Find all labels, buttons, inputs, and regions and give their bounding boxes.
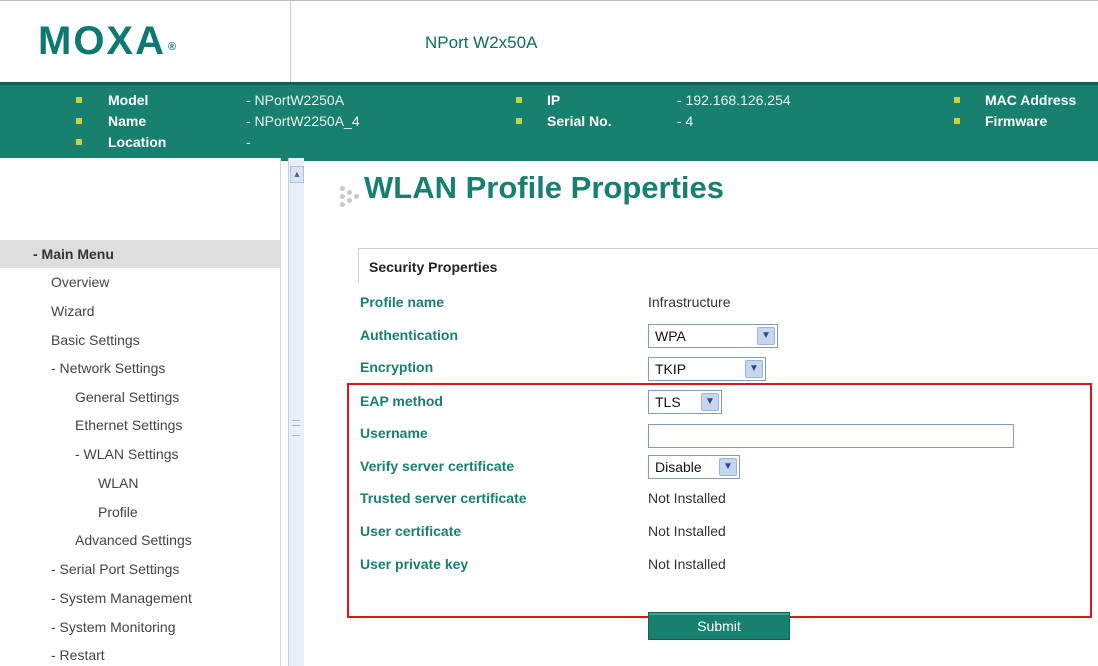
serial-label: Serial No. (547, 113, 612, 129)
scroll-up-arrow-icon[interactable]: ▲ (290, 166, 304, 183)
user-certificate-label: User certificate (360, 523, 462, 539)
menu-item-general-settings[interactable]: General Settings (75, 389, 179, 405)
menu-item-network-settings[interactable]: - Network Settings (51, 360, 165, 376)
menu-item-system-monitoring[interactable]: - System Monitoring (51, 619, 175, 635)
trusted-server-certificate-value: Not Installed (648, 490, 726, 506)
main-menu-header[interactable]: - Main Menu (0, 240, 280, 268)
chevron-down-icon[interactable]: ▼ (701, 393, 719, 411)
moxa-logo: MOXA ® (38, 19, 177, 63)
firmware-label: Firmware (985, 113, 1048, 129)
menu-item-basic-settings[interactable]: Basic Settings (51, 332, 140, 348)
sidebar-scrollbar[interactable]: ▲ (288, 158, 304, 666)
sidebar: - Main Menu Overview Wizard Basic Settin… (0, 158, 281, 666)
bullet-icon (76, 97, 82, 103)
authentication-selected: WPA (655, 328, 686, 344)
menu-item-advanced-settings[interactable]: Advanced Settings (75, 532, 192, 548)
bullet-icon (76, 118, 82, 124)
submit-button[interactable]: Submit (648, 612, 790, 640)
mac-label: MAC Address (985, 92, 1077, 108)
menu-item-system-management[interactable]: - System Management (51, 590, 192, 606)
menu-item-profile[interactable]: Profile (98, 504, 138, 520)
bullet-icon (516, 97, 522, 103)
authentication-select[interactable]: WPA ▼ (648, 324, 778, 348)
user-private-key-label: User private key (360, 556, 469, 572)
verify-server-certificate-selected: Disable (655, 459, 702, 475)
product-title: NPort W2x50A (425, 33, 538, 52)
trusted-server-certificate-label: Trusted server certificate (360, 490, 527, 506)
scroll-thumb-grip[interactable] (292, 420, 300, 436)
chevron-down-icon[interactable]: ▼ (745, 360, 763, 378)
menu-item-ethernet-settings[interactable]: Ethernet Settings (75, 417, 182, 433)
title-dots-icon (340, 186, 362, 208)
bullet-icon (516, 118, 522, 124)
location-label: Location (108, 134, 167, 150)
encryption-selected: TKIP (655, 361, 687, 377)
menu-item-overview[interactable]: Overview (51, 274, 109, 290)
device-info-bar: Model - NPortW2250A Name - NPortW2250A_4… (0, 82, 1098, 161)
logo-cell: MOXA ® (0, 1, 291, 83)
model-label: Model (108, 92, 149, 108)
menu-item-wlan[interactable]: WLAN (98, 475, 138, 491)
ip-value: - 192.168.126.254 (677, 92, 791, 108)
user-certificate-value: Not Installed (648, 523, 726, 539)
bullet-icon (954, 97, 960, 103)
section-header: Security Properties (358, 248, 1098, 283)
menu-item-wlan-settings[interactable]: - WLAN Settings (75, 446, 178, 462)
name-label: Name (108, 113, 147, 129)
menu-item-restart[interactable]: - Restart (51, 647, 105, 663)
eap-method-selected: TLS (655, 394, 681, 410)
verify-server-certificate-select[interactable]: Disable ▼ (648, 455, 740, 479)
top-header: MOXA ® NPort W2x50A (0, 0, 1098, 83)
chevron-down-icon[interactable]: ▼ (719, 458, 737, 476)
encryption-select[interactable]: TKIP ▼ (648, 357, 766, 381)
username-input[interactable] (648, 424, 1014, 448)
menu-item-wizard[interactable]: Wizard (51, 303, 95, 319)
location-value: - (246, 134, 251, 150)
user-private-key-value: Not Installed (648, 556, 726, 572)
profile-name-label: Profile name (360, 294, 445, 310)
bullet-icon (954, 118, 960, 124)
chevron-down-icon[interactable]: ▼ (757, 327, 775, 345)
name-value: - NPortW2250A_4 (246, 113, 360, 129)
logo-registered-mark: ® (168, 41, 177, 53)
page-title: WLAN Profile Properties (364, 170, 724, 205)
section-title: Security Properties (369, 259, 498, 275)
profile-name-value: Infrastructure (648, 294, 731, 310)
menu-item-serial-port-settings[interactable]: - Serial Port Settings (51, 561, 179, 577)
verify-server-certificate-label: Verify server certificate (360, 458, 515, 474)
eap-method-select[interactable]: TLS ▼ (648, 390, 722, 414)
eap-method-label: EAP method (360, 393, 443, 409)
main-menu-label: - Main Menu (33, 246, 114, 262)
serial-value: - 4 (677, 113, 694, 129)
logo-text: MOXA (38, 19, 166, 63)
username-label: Username (360, 425, 428, 441)
ip-label: IP (547, 92, 561, 108)
authentication-label: Authentication (360, 327, 458, 343)
bullet-icon (76, 139, 82, 145)
model-value: - NPortW2250A (246, 92, 345, 108)
encryption-label: Encryption (360, 359, 434, 375)
